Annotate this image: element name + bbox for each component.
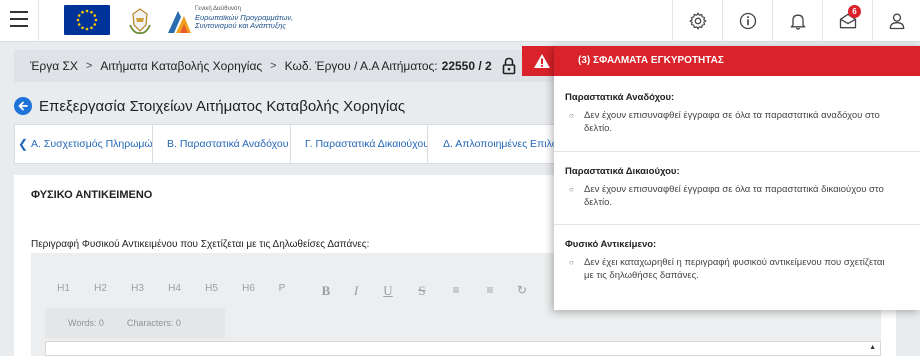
top-header: Γενική Διεύθυνση Ευρωπαϊκών Προγραμμάτων…: [0, 0, 920, 42]
scroll-up-arrow-icon[interactable]: ▲: [869, 344, 876, 351]
italic-icon[interactable]: I: [341, 283, 371, 299]
editor-counters: Words: 0 Characters: 0: [45, 308, 225, 338]
error-section-title: Παραστατικά Αναδόχου:: [565, 92, 675, 103]
breadcrumb-separator: >: [85, 60, 93, 72]
user-button[interactable]: [872, 0, 920, 42]
validation-errors-panel: (3) ΣΦΑΛΜΑΤΑ ΕΓΚΥΡΟΤΗΤΑΣ Παραστατικά Ανα…: [554, 46, 920, 310]
notifications-button[interactable]: [772, 0, 822, 42]
gov-logo-small-text: Γενική Διεύθυνση: [195, 6, 241, 12]
gov-logo-line2: Συντονισμού και Ανάπτυξης: [195, 21, 287, 30]
error-section-physical-object: Φυσικό Αντικείμενο: Δεν έχει καταχωρηθεί…: [554, 239, 920, 282]
errors-header: (3) ΣΦΑΛΜΑΤΑ ΕΓΚΥΡΟΤΗΤΑΣ: [554, 46, 920, 76]
menu-icon[interactable]: [10, 11, 28, 29]
cyprus-emblem-logo: [124, 5, 156, 37]
breadcrumb-separator: >: [270, 60, 277, 72]
tab-payments-correlation[interactable]: Α. Συσχετισμός Πληρωμών: [29, 125, 153, 163]
breadcrumb: Έργα ΣΧ > Αιτήματα Καταβολής Χορηγίας > …: [14, 50, 574, 82]
word-count: Words: 0: [68, 318, 104, 328]
error-section-beneficiary: Παραστατικά Δικαιούχου: Δεν έχουν επισυν…: [554, 166, 920, 209]
paragraph-button[interactable]: P: [267, 283, 297, 299]
h2-button[interactable]: H2: [82, 283, 119, 299]
redo-icon[interactable]: ↻: [507, 283, 537, 299]
numbered-list-icon[interactable]: ≡: [473, 283, 507, 299]
breadcrumb-item-projects[interactable]: Έργα ΣΧ: [30, 59, 78, 73]
notification-badge: 6: [848, 5, 861, 18]
tab-simplified-options[interactable]: Δ. Απλοποιημένες Επιλογές: [428, 125, 573, 163]
breadcrumb-item-requests[interactable]: Αιτήματα Καταβολής Χορηγίας: [100, 59, 262, 73]
page-title-row: Επεξεργασία Στοιχείων Αιτήματος Καταβολή…: [14, 97, 405, 115]
h3-button[interactable]: H3: [119, 283, 156, 299]
tab-contractor-documents[interactable]: Β. Παραστατικά Αναδόχου: [153, 125, 291, 163]
lock-icon: [502, 57, 516, 75]
tab-beneficiary-documents[interactable]: Γ. Παραστατικά Δικαιούχου: [291, 125, 428, 163]
project-code: 22550 / 2: [441, 59, 492, 73]
h5-button[interactable]: H5: [193, 283, 230, 299]
info-icon: [739, 12, 756, 30]
warning-icon: [534, 54, 550, 68]
editor-toolbar: H1 H2 H3 H4 H5 H6 P B I U S ≡ ≡ ↻: [45, 283, 537, 299]
character-count: Characters: 0: [126, 318, 181, 328]
description-textarea[interactable]: ▲: [45, 341, 881, 356]
bell-icon: [790, 14, 805, 30]
info-button[interactable]: [722, 0, 772, 42]
bold-icon[interactable]: B: [311, 283, 341, 299]
error-divider: [554, 224, 920, 225]
error-section-title: Παραστατικά Δικαιούχου:: [565, 166, 680, 177]
h1-button[interactable]: H1: [45, 283, 82, 299]
gear-icon: [689, 12, 706, 30]
page-title: Επεξεργασία Στοιχείων Αιτήματος Καταβολή…: [39, 97, 406, 115]
settings-button[interactable]: [672, 0, 722, 42]
user-icon: [889, 13, 904, 30]
back-arrow-icon[interactable]: [14, 97, 32, 115]
directorate-mark-icon: [168, 11, 191, 33]
underline-icon[interactable]: U: [371, 283, 405, 299]
error-divider: [554, 151, 920, 152]
header-divider: [38, 0, 39, 42]
eu-flag-logo: [64, 5, 110, 35]
error-item: Δεν έχουν επισυναφθεί έγγραφα σε όλα τα …: [569, 109, 894, 135]
description-field-label: Περιγραφή Φυσικού Αντικειμένου που Σχετί…: [31, 239, 370, 250]
breadcrumb-item-code-label: Κωδ. Έργου / Α.Α Αιτήματος:: [284, 59, 438, 73]
strikethrough-icon[interactable]: S: [405, 283, 439, 299]
tab-strip: ❮ Α. Συσχετισμός Πληρωμών Β. Παραστατικά…: [14, 124, 574, 164]
error-item: Δεν έχουν επισυναφθεί έγγραφα σε όλα τα …: [569, 183, 894, 209]
gov-directorate-logo: Γενική Διεύθυνση Ευρωπαϊκών Προγραμμάτων…: [166, 4, 306, 38]
h4-button[interactable]: H4: [156, 283, 193, 299]
messages-button[interactable]: 6: [822, 0, 872, 42]
error-section-contractor: Παραστατικά Αναδόχου: Δεν έχουν επισυναφ…: [554, 92, 920, 135]
section-heading: ΦΥΣΙΚΟ ΑΝΤΙΚΕΙΜΕΝΟ: [31, 189, 153, 201]
h6-button[interactable]: H6: [230, 283, 267, 299]
bullet-list-icon[interactable]: ≡: [439, 283, 473, 299]
error-section-title: Φυσικό Αντικείμενο:: [565, 239, 657, 250]
error-item: Δεν έχει καταχωρηθεί η περιγραφή φυσικού…: [569, 256, 894, 282]
